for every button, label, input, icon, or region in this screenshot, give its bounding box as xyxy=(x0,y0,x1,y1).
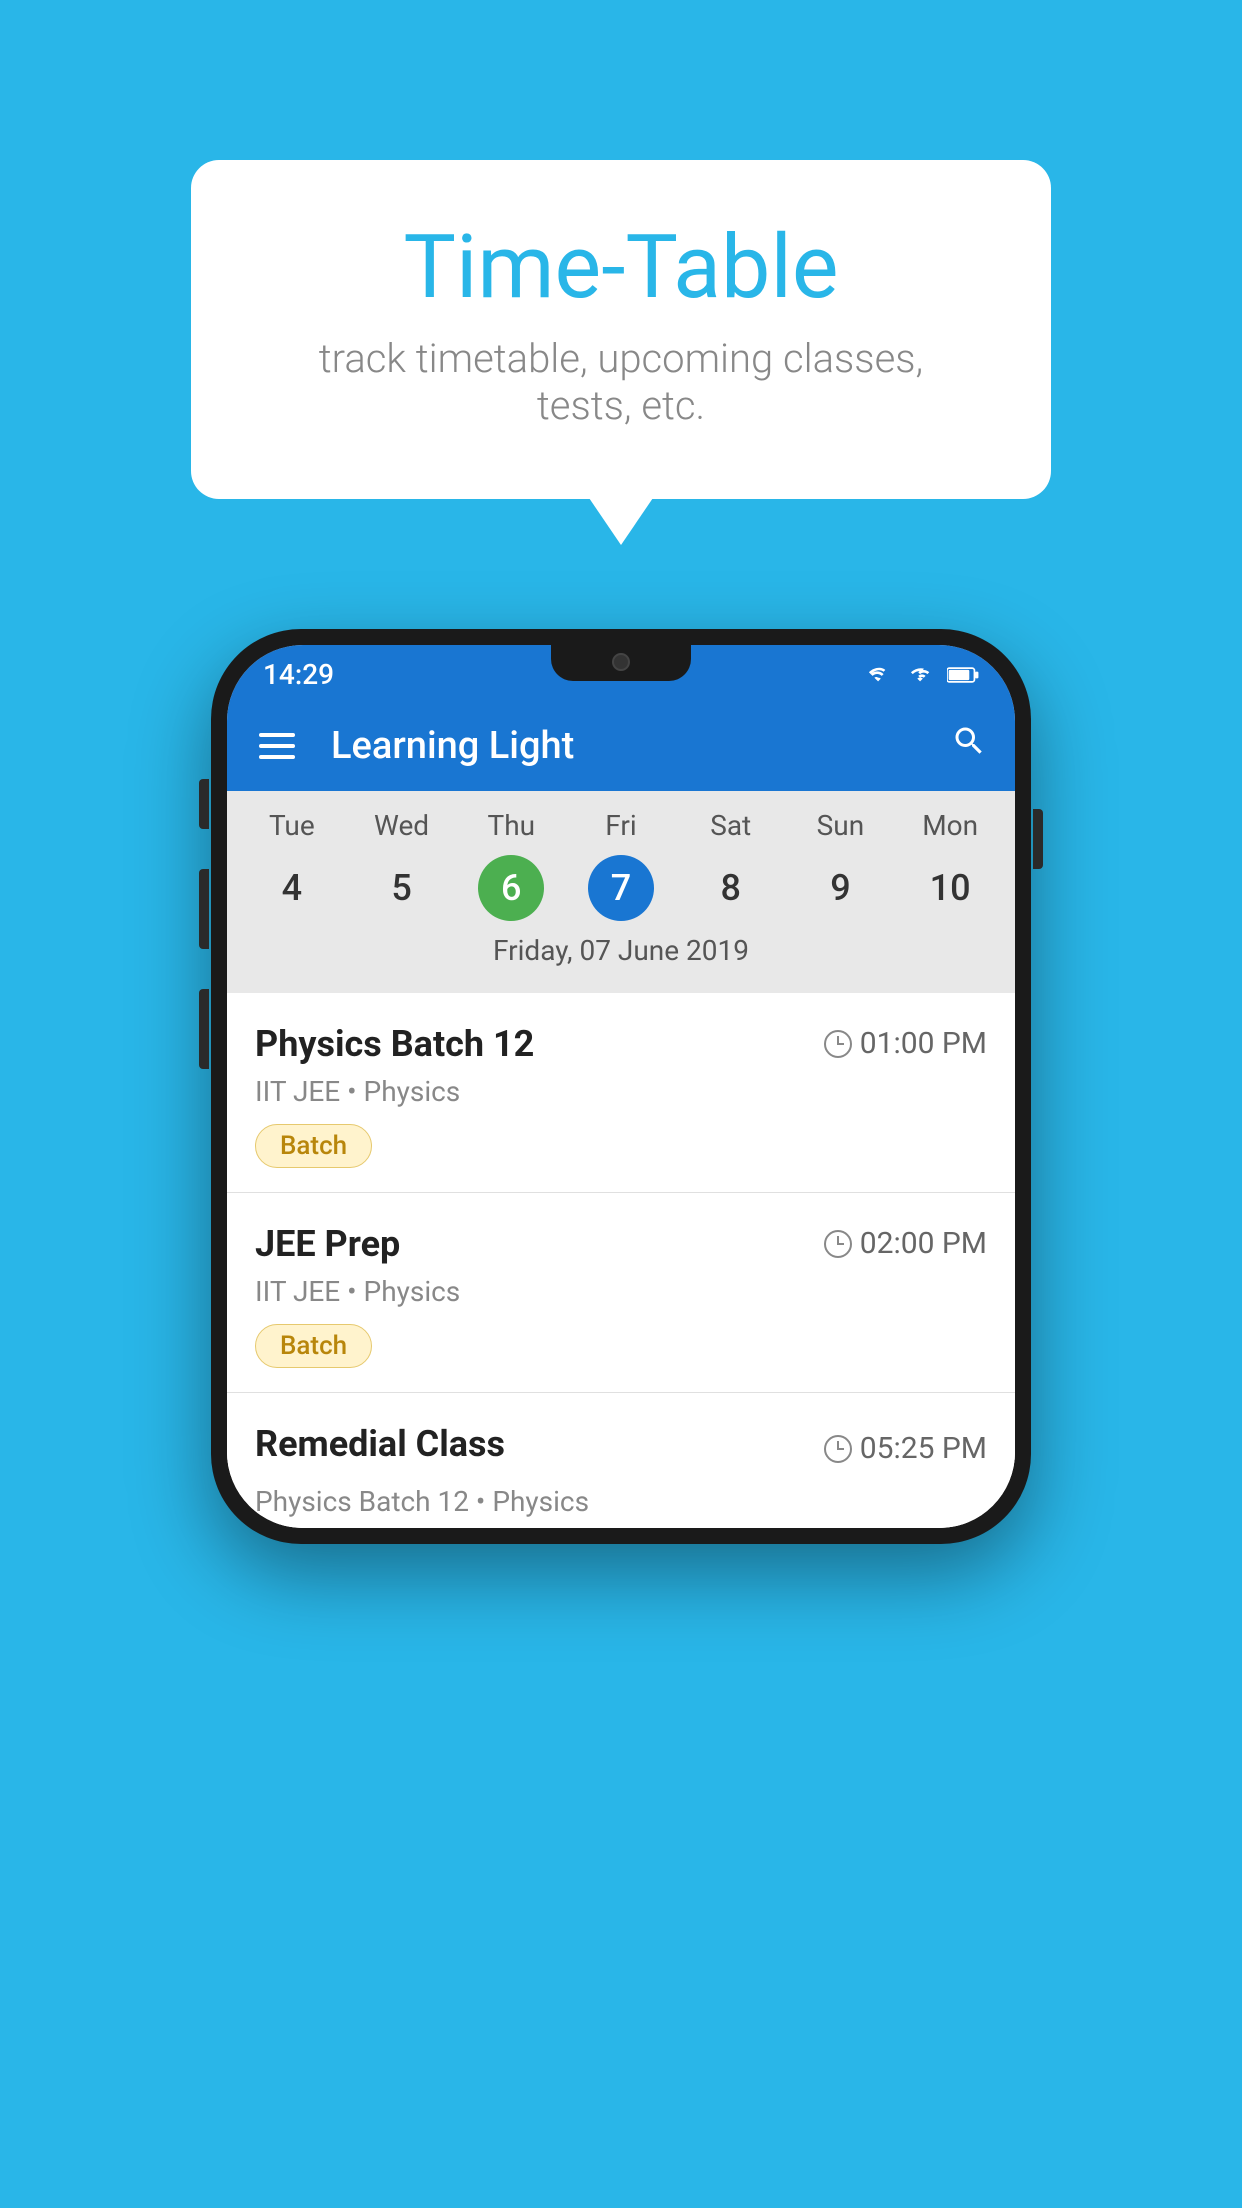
day-cell-5[interactable]: 5 xyxy=(347,850,457,926)
schedule-time-2: 02:00 PM xyxy=(824,1226,987,1261)
schedule-time-value-2: 02:00 PM xyxy=(860,1226,987,1261)
day-cell-10[interactable]: 10 xyxy=(895,850,1005,926)
hamburger-menu-button[interactable] xyxy=(255,729,299,763)
day-header-fri: Fri xyxy=(566,809,676,842)
schedule-list: Physics Batch 12 01:00 PM IIT JEE • Phys… xyxy=(227,993,1015,1528)
day-num-9: 9 xyxy=(807,855,873,921)
schedule-name-1: Physics Batch 12 xyxy=(255,1023,534,1065)
schedule-time-value-1: 01:00 PM xyxy=(860,1026,987,1061)
search-button[interactable] xyxy=(951,723,987,768)
power-button xyxy=(1033,809,1043,869)
day-num-7-selected: 7 xyxy=(588,855,654,921)
day-num-8: 8 xyxy=(698,855,764,921)
status-icons xyxy=(863,664,979,686)
battery-icon xyxy=(947,664,979,686)
day-cell-8[interactable]: 8 xyxy=(676,850,786,926)
clock-icon-1 xyxy=(824,1030,852,1058)
phone-screen: 14:29 xyxy=(227,645,1015,1528)
day-header-wed: Wed xyxy=(347,809,457,842)
schedule-name-3: Remedial Class xyxy=(255,1423,505,1465)
signal-icon xyxy=(905,664,937,686)
batch-tag-1: Batch xyxy=(255,1124,372,1168)
day-cell-4[interactable]: 4 xyxy=(237,850,347,926)
day-num-4: 4 xyxy=(259,855,325,921)
calendar-strip: Tue Wed Thu Fri Sat Sun Mon 4 5 xyxy=(227,791,1015,993)
app-bar: Learning Light xyxy=(227,701,1015,791)
wifi-icon xyxy=(863,664,895,686)
schedule-item-jee-prep[interactable]: JEE Prep 02:00 PM IIT JEE • Physics Batc… xyxy=(227,1193,1015,1393)
bubble-subtitle: track timetable, upcoming classes, tests… xyxy=(271,335,971,429)
speech-bubble: Time-Table track timetable, upcoming cla… xyxy=(191,160,1051,499)
front-camera xyxy=(612,653,630,671)
day-cell-6[interactable]: 6 xyxy=(456,850,566,926)
schedule-time-value-3: 05:25 PM xyxy=(860,1431,987,1466)
volume-up-button xyxy=(199,869,209,949)
speech-bubble-section: Time-Table track timetable, upcoming cla… xyxy=(191,160,1051,499)
phone-mockup: 14:29 xyxy=(211,629,1031,1544)
search-icon xyxy=(951,723,987,759)
silent-button xyxy=(199,779,209,829)
day-cell-7[interactable]: 7 xyxy=(566,850,676,926)
hamburger-line-2 xyxy=(259,744,295,748)
day-header-mon: Mon xyxy=(895,809,1005,842)
schedule-item-physics-batch[interactable]: Physics Batch 12 01:00 PM IIT JEE • Phys… xyxy=(227,993,1015,1193)
schedule-item-header-3: Remedial Class 05:25 PM xyxy=(255,1423,987,1475)
day-header-sun: Sun xyxy=(786,809,896,842)
schedule-meta-2: IIT JEE • Physics xyxy=(255,1275,987,1308)
day-headers: Tue Wed Thu Fri Sat Sun Mon xyxy=(227,809,1015,842)
status-time: 14:29 xyxy=(263,658,334,691)
schedule-item-remedial[interactable]: Remedial Class 05:25 PM Physics Batch 12… xyxy=(227,1393,1015,1528)
app-title: Learning Light xyxy=(331,724,927,768)
day-header-thu: Thu xyxy=(456,809,566,842)
day-num-5: 5 xyxy=(369,855,435,921)
schedule-name-2: JEE Prep xyxy=(255,1223,400,1265)
selected-date-label: Friday, 07 June 2019 xyxy=(227,926,1015,983)
schedule-meta-3: Physics Batch 12 • Physics xyxy=(255,1485,987,1518)
schedule-time-3: 05:25 PM xyxy=(824,1431,987,1466)
hamburger-line-3 xyxy=(259,755,295,759)
schedule-time-1: 01:00 PM xyxy=(824,1026,987,1061)
day-cell-9[interactable]: 9 xyxy=(786,850,896,926)
day-header-sat: Sat xyxy=(676,809,786,842)
day-numbers: 4 5 6 7 8 9 xyxy=(227,850,1015,926)
phone-notch xyxy=(551,645,691,681)
schedule-meta-1: IIT JEE • Physics xyxy=(255,1075,987,1108)
schedule-item-header-2: JEE Prep 02:00 PM xyxy=(255,1223,987,1265)
day-num-6-today: 6 xyxy=(478,855,544,921)
phone-outer: 14:29 xyxy=(211,629,1031,1544)
clock-icon-3 xyxy=(824,1435,852,1463)
clock-icon-2 xyxy=(824,1230,852,1258)
day-num-10: 10 xyxy=(917,855,983,921)
batch-tag-2: Batch xyxy=(255,1324,372,1368)
volume-down-button xyxy=(199,989,209,1069)
hamburger-line-1 xyxy=(259,733,295,737)
schedule-item-header-1: Physics Batch 12 01:00 PM xyxy=(255,1023,987,1065)
bubble-title: Time-Table xyxy=(271,220,971,317)
day-header-tue: Tue xyxy=(237,809,347,842)
